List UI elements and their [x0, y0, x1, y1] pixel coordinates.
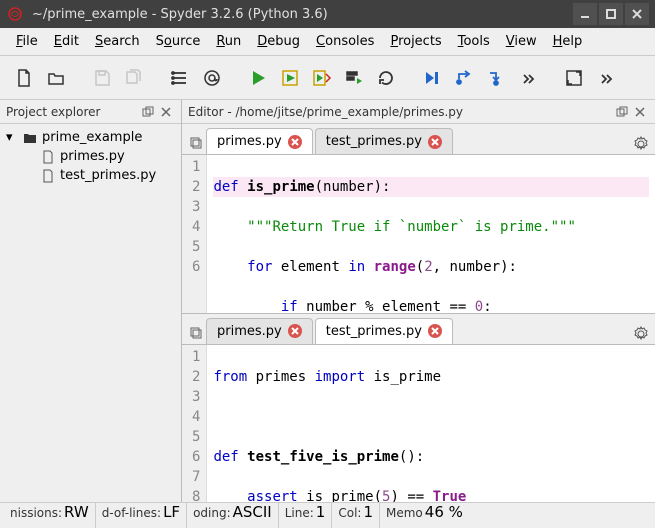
tree-label: primes.py	[60, 149, 125, 164]
close-tab-icon[interactable]	[288, 324, 302, 338]
toolbar	[0, 56, 655, 100]
code-content[interactable]: def is_prime(number): """Return True if …	[207, 155, 655, 313]
close-pane-icon[interactable]	[157, 103, 175, 121]
gutter: 12345678	[182, 345, 207, 503]
tree-label: prime_example	[42, 130, 142, 145]
menu-source[interactable]: Source	[148, 30, 209, 53]
explorer-title: Project explorer	[6, 105, 139, 119]
menu-search[interactable]: Search	[87, 30, 148, 53]
tab-test-primes[interactable]: test_primes.py	[315, 128, 453, 154]
file-tree: ▾ prime_example primes.py test_primes.py	[0, 124, 181, 189]
project-explorer-pane: Project explorer ▾ prime_example primes.…	[0, 100, 182, 502]
menubar: File Edit Search Source Run Debug Consol…	[0, 28, 655, 56]
titlebar: ~/prime_example - Spyder 3.2.6 (Python 3…	[0, 0, 655, 28]
menu-edit[interactable]: Edit	[46, 30, 87, 53]
save-all-button[interactable]	[120, 64, 148, 92]
open-file-button[interactable]	[42, 64, 70, 92]
app-icon	[6, 5, 24, 23]
close-button[interactable]	[625, 3, 649, 25]
code-content[interactable]: from primes import is_prime def test_fiv…	[207, 345, 655, 503]
close-pane-icon[interactable]	[631, 103, 649, 121]
tabs-row: primes.py test_primes.py	[182, 124, 655, 154]
tab-label: test_primes.py	[326, 324, 422, 339]
tabs-list-icon[interactable]	[186, 320, 206, 344]
detach-icon[interactable]	[613, 103, 631, 121]
menu-file[interactable]: File	[8, 30, 46, 53]
gutter: 123456	[182, 155, 207, 313]
at-button[interactable]	[198, 64, 226, 92]
outline-button[interactable]	[166, 64, 194, 92]
tab-label: test_primes.py	[326, 134, 422, 149]
editor-pane-1: primes.py test_primes.py 123456 def is_p…	[182, 124, 655, 314]
gear-icon[interactable]	[631, 324, 651, 344]
minimize-button[interactable]	[573, 3, 597, 25]
file-icon	[40, 169, 56, 183]
status-eol: d-of-lines: LF	[95, 503, 186, 528]
status-permissions: nissions: RW	[4, 503, 95, 528]
tree-label: test_primes.py	[60, 168, 156, 183]
tab-primes[interactable]: primes.py	[206, 318, 313, 344]
status-memory: Memo 46 %	[379, 503, 469, 528]
tree-file[interactable]: test_primes.py	[0, 166, 181, 185]
close-tab-icon[interactable]	[288, 135, 302, 149]
save-button[interactable]	[88, 64, 116, 92]
run-cell-advance-button[interactable]	[308, 64, 336, 92]
maximize-button[interactable]	[599, 3, 623, 25]
step-button[interactable]	[450, 64, 478, 92]
menu-debug[interactable]: Debug	[249, 30, 308, 53]
tabs-row: primes.py test_primes.py	[182, 314, 655, 344]
menu-view[interactable]: View	[498, 30, 545, 53]
file-icon	[40, 150, 56, 164]
gear-icon[interactable]	[631, 134, 651, 154]
menu-consoles[interactable]: Consoles	[308, 30, 382, 53]
code-editor-2[interactable]: 12345678 from primes import is_prime def…	[182, 344, 655, 503]
rerun-button[interactable]	[372, 64, 400, 92]
new-file-button[interactable]	[10, 64, 38, 92]
run-cell-button[interactable]	[276, 64, 304, 92]
detach-icon[interactable]	[139, 103, 157, 121]
more2-button[interactable]	[592, 64, 620, 92]
tabs-list-icon[interactable]	[186, 130, 206, 154]
tree-folder-root[interactable]: ▾ prime_example	[0, 128, 181, 147]
editor-header: Editor - /home/jitse/prime_example/prime…	[182, 100, 655, 124]
tab-test-primes[interactable]: test_primes.py	[315, 318, 453, 344]
close-tab-icon[interactable]	[428, 135, 442, 149]
status-bar: nissions: RW d-of-lines: LF oding: ASCII…	[0, 502, 655, 528]
more-button[interactable]	[514, 64, 542, 92]
code-editor-1[interactable]: 123456 def is_prime(number): """Return T…	[182, 154, 655, 313]
tab-label: primes.py	[217, 324, 282, 339]
editor-path: Editor - /home/jitse/prime_example/prime…	[188, 105, 613, 119]
menu-run[interactable]: Run	[208, 30, 249, 53]
editor-area: Editor - /home/jitse/prime_example/prime…	[182, 100, 655, 502]
tab-primes[interactable]: primes.py	[206, 128, 313, 154]
window-title: ~/prime_example - Spyder 3.2.6 (Python 3…	[32, 7, 573, 22]
debug-button[interactable]	[418, 64, 446, 92]
step-into-button[interactable]	[482, 64, 510, 92]
menu-help[interactable]: Help	[545, 30, 591, 53]
close-tab-icon[interactable]	[428, 324, 442, 338]
main-area: Project explorer ▾ prime_example primes.…	[0, 100, 655, 502]
menu-tools[interactable]: Tools	[450, 30, 498, 53]
explorer-header: Project explorer	[0, 100, 181, 124]
status-encoding: oding: ASCII	[186, 503, 278, 528]
folder-icon	[22, 131, 38, 145]
menu-projects[interactable]: Projects	[382, 30, 449, 53]
chevron-down-icon: ▾	[6, 130, 18, 145]
tree-file[interactable]: primes.py	[0, 147, 181, 166]
run-button[interactable]	[244, 64, 272, 92]
maximize-pane-button[interactable]	[560, 64, 588, 92]
status-line: Line: 1	[278, 503, 332, 528]
editor-pane-2: primes.py test_primes.py 12345678 from p…	[182, 314, 655, 503]
tab-label: primes.py	[217, 134, 282, 149]
run-selection-button[interactable]	[340, 64, 368, 92]
status-col: Col: 1	[331, 503, 379, 528]
